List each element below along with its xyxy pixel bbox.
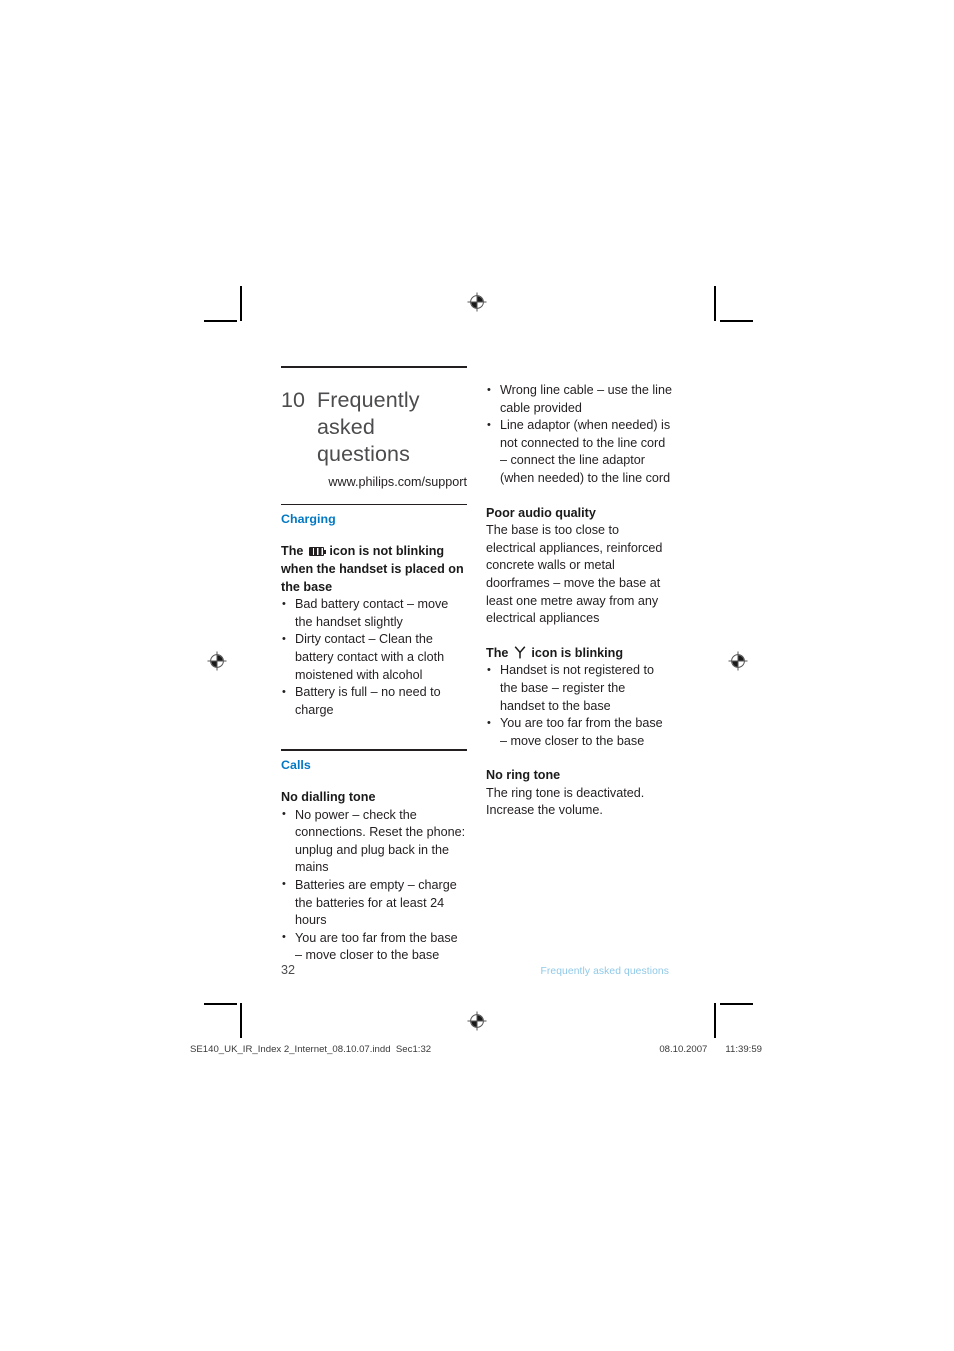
page-footer: 32 Frequently asked questions [281, 963, 669, 977]
crop-mark-top-right-horizontal [720, 320, 753, 322]
right-column: Wrong line cable – use the line cable pr… [486, 366, 672, 820]
manual-page: 10 Frequently asked questions www.philip… [281, 366, 672, 965]
crop-mark-top-left-horizontal [204, 320, 237, 322]
battery-icon [308, 547, 326, 557]
list-item: Bad battery contact – move the handset s… [281, 596, 467, 631]
calls-entry-no-dialling-tone: No dialling tone No power – check the co… [281, 789, 467, 965]
crop-mark-top-left-vertical [240, 286, 242, 321]
list-item: You are too far from the base – move clo… [486, 715, 672, 750]
support-url[interactable]: www.philips.com/support [281, 474, 467, 490]
list-item: Line adaptor (when needed) is not connec… [486, 417, 672, 487]
print-slug-filename: SE140_UK_IR_Index 2_Internet_08.10.07.in… [190, 1044, 431, 1055]
registration-mark-top [466, 291, 488, 313]
entry-no-ring-tone: No ring tone The ring tone is deactivate… [486, 767, 672, 820]
list-item: Battery is full – no need to charge [281, 684, 467, 719]
list-item: You are too far from the base – move clo… [281, 929, 467, 965]
slug-section: Sec1:32 [395, 1044, 432, 1055]
list-item: Batteries are empty – charge the batteri… [281, 876, 467, 930]
calls-bullet-list: No power – check the connections. Reset … [281, 806, 467, 965]
crop-mark-bottom-left-vertical [240, 1003, 242, 1038]
crop-mark-bottom-right-horizontal [720, 1003, 753, 1005]
crop-mark-bottom-right-vertical [714, 1003, 716, 1038]
list-item: Handset is not registered to the base – … [486, 662, 672, 715]
antenna-bullet-list: Handset is not registered to the base – … [486, 662, 672, 750]
list-item: Dirty contact – Clean the battery contac… [281, 631, 467, 684]
footer-running-head: Frequently asked questions [540, 966, 669, 977]
charging-section-rule [281, 503, 467, 506]
registration-mark-bottom [466, 1010, 488, 1032]
two-column-layout: 10 Frequently asked questions www.philip… [281, 366, 672, 965]
registration-mark-right [727, 650, 749, 672]
chapter-number: 10 [281, 387, 306, 412]
crop-mark-top-right-vertical [714, 286, 716, 321]
subhead-text-before-icon: The [281, 544, 307, 559]
subhead-poor-audio-quality: Poor audio quality [486, 505, 596, 520]
subhead-battery-not-blinking: The icon is not blinking when the handse… [281, 543, 467, 596]
paragraph-poor-audio-quality: The base is too close to electrical appl… [486, 523, 663, 626]
entry-poor-audio-quality: Poor audio quality The base is too close… [486, 505, 672, 628]
charging-bullet-list: Bad battery contact – move the handset s… [281, 596, 467, 719]
chapter-top-rule [281, 366, 467, 368]
paragraph-no-ring-tone: The ring tone is deactivated. Increase t… [486, 785, 645, 818]
slug-date: 08.10.2007 [659, 1044, 708, 1055]
list-item: Wrong line cable – use the line cable pr… [486, 381, 672, 417]
crop-mark-bottom-left-horizontal [204, 1003, 237, 1005]
slug-file-name: SE140_UK_IR_Index 2_Internet_08.10.07.in… [190, 1044, 391, 1055]
chapter-title: Frequently asked questions [317, 387, 420, 466]
antenna-icon [514, 646, 526, 659]
print-slug-timestamp: 08.10.2007 11:39:59 [641, 1044, 762, 1055]
list-item: No power – check the connections. Reset … [281, 806, 467, 877]
subhead-text-after-icon: icon is blinking [527, 645, 624, 660]
page-number: 32 [281, 963, 296, 977]
subhead-no-dialling-tone: No dialling tone [281, 790, 376, 804]
subhead-antenna-icon-blinking: The icon is blinking [486, 645, 672, 663]
subhead-no-ring-tone: No ring tone [486, 768, 561, 783]
section-heading-charging: Charging [281, 512, 336, 527]
calls-section-rule [281, 749, 467, 751]
left-column: 10 Frequently asked questions www.philip… [281, 366, 467, 965]
charging-entry-battery-icon: The icon is not blinking when the handse… [281, 543, 467, 719]
subhead-text-before-icon: The [486, 645, 512, 660]
section-heading-calls: Calls [281, 758, 311, 772]
page-title: 10 Frequently asked questions [281, 387, 467, 468]
continued-bullet-list: Wrong line cable – use the line cable pr… [486, 381, 672, 488]
registration-mark-left [206, 650, 228, 672]
entry-antenna-blinking: The icon is blinking Handset is not regi… [486, 645, 672, 751]
slug-time: 11:39:59 [725, 1044, 762, 1055]
